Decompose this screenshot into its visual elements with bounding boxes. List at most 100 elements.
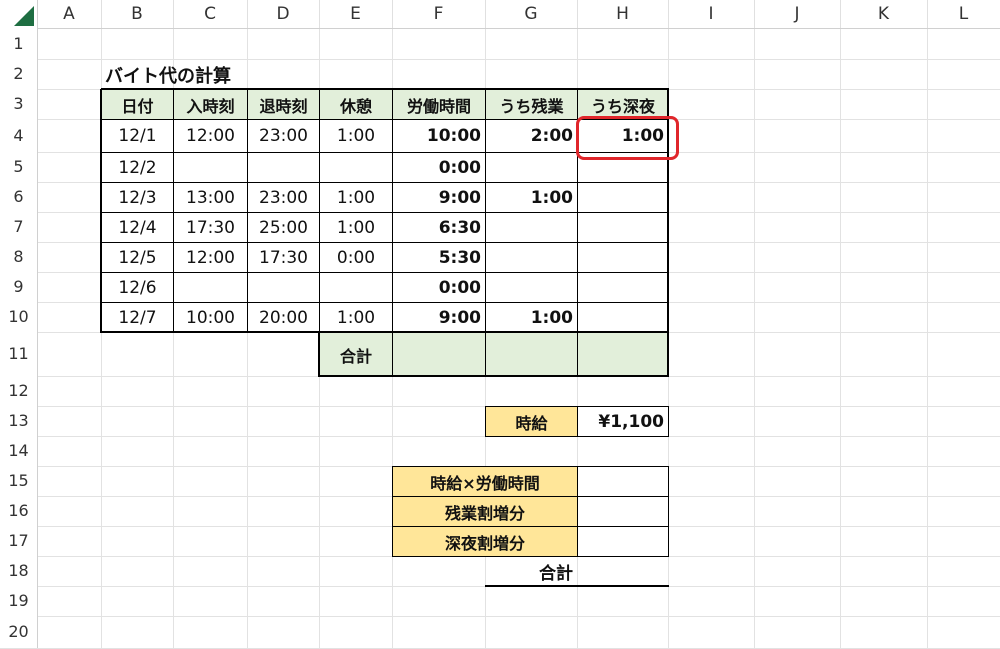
- table-cell[interactable]: [578, 243, 668, 272]
- table-cell[interactable]: 6:30: [393, 213, 485, 242]
- table-cell[interactable]: [174, 153, 247, 182]
- column-header-D[interactable]: D: [247, 0, 320, 28]
- row-header-11[interactable]: 11: [0, 332, 37, 376]
- table-cell[interactable]: 12:00: [174, 243, 247, 272]
- table-cell[interactable]: 1:00: [320, 213, 392, 242]
- table-cell[interactable]: 10:00: [174, 303, 247, 332]
- table-cell[interactable]: 12/3: [102, 183, 173, 212]
- row-header-16[interactable]: 16: [0, 496, 37, 526]
- table-cell[interactable]: 1:00: [320, 183, 392, 212]
- row-header-20[interactable]: 20: [0, 616, 37, 648]
- row-header-2[interactable]: 2: [0, 59, 37, 89]
- total-work-hours[interactable]: [393, 333, 485, 376]
- row-header-3[interactable]: 3: [0, 89, 37, 119]
- calc-label[interactable]: 深夜割増分: [393, 527, 577, 556]
- column-header-F[interactable]: F: [392, 0, 486, 28]
- row-header-18[interactable]: 18: [0, 556, 37, 586]
- table-cell[interactable]: 1:00: [486, 183, 577, 212]
- table-header[interactable]: うち深夜: [578, 90, 668, 119]
- total-label[interactable]: 合計: [320, 333, 392, 376]
- column-header-L[interactable]: L: [927, 0, 1000, 28]
- calc-value[interactable]: [578, 527, 668, 556]
- wage-label[interactable]: 時給: [486, 407, 577, 436]
- spreadsheet[interactable]: ABCDEFGHIJKL 1 2 3 4 5 6 7 8 9 10 11 12 13 14 15 16 17 18…: [0, 0, 1000, 649]
- column-header-B[interactable]: B: [101, 0, 174, 28]
- table-header[interactable]: 入時刻: [174, 90, 247, 119]
- table-cell[interactable]: [578, 273, 668, 302]
- row-header-14[interactable]: 14: [0, 436, 37, 466]
- row-header-15[interactable]: 15: [0, 466, 37, 496]
- calc-value[interactable]: [578, 497, 668, 526]
- table-cell[interactable]: 13:00: [174, 183, 247, 212]
- column-header-H[interactable]: H: [577, 0, 669, 28]
- select-all-corner-icon[interactable]: [14, 6, 34, 26]
- table-cell[interactable]: [248, 153, 319, 182]
- table-cell[interactable]: [578, 213, 668, 242]
- column-header-I[interactable]: I: [668, 0, 755, 28]
- row-header-19[interactable]: 19: [0, 586, 37, 616]
- table-cell[interactable]: 1:00: [320, 120, 392, 152]
- table-header[interactable]: 労働時間: [393, 90, 485, 119]
- table-cell[interactable]: 5:30: [393, 243, 485, 272]
- total-night[interactable]: [578, 333, 668, 376]
- table-header[interactable]: 休憩: [320, 90, 392, 119]
- table-cell[interactable]: [486, 213, 577, 242]
- table-cell[interactable]: 17:30: [248, 243, 319, 272]
- row-header-6[interactable]: 6: [0, 182, 37, 212]
- table-cell[interactable]: [578, 303, 668, 332]
- table-cell[interactable]: [486, 273, 577, 302]
- column-header-K[interactable]: K: [840, 0, 928, 28]
- calc-label[interactable]: 時給×労働時間: [393, 467, 577, 496]
- table-cell[interactable]: 25:00: [248, 213, 319, 242]
- table-header[interactable]: 退時刻: [248, 90, 319, 119]
- table-cell[interactable]: 12/7: [102, 303, 173, 332]
- table-cell[interactable]: 10:00: [393, 120, 485, 152]
- calc-value[interactable]: [578, 467, 668, 496]
- table-header[interactable]: 日付: [102, 90, 173, 119]
- row-header-12[interactable]: 12: [0, 376, 37, 406]
- table-cell[interactable]: [248, 273, 319, 302]
- row-header-1[interactable]: 1: [0, 28, 37, 59]
- wage-value[interactable]: ¥1,100: [578, 407, 668, 436]
- row-header-7[interactable]: 7: [0, 212, 37, 242]
- row-header-10[interactable]: 10: [0, 302, 37, 332]
- table-cell[interactable]: 9:00: [393, 183, 485, 212]
- table-cell[interactable]: [486, 243, 577, 272]
- table-cell[interactable]: 9:00: [393, 303, 485, 332]
- table-cell[interactable]: [320, 273, 392, 302]
- table-cell[interactable]: 12/2: [102, 153, 173, 182]
- table-cell[interactable]: [578, 183, 668, 212]
- column-header-G[interactable]: G: [485, 0, 578, 28]
- table-cell[interactable]: 1:00: [320, 303, 392, 332]
- table-cell[interactable]: 20:00: [248, 303, 319, 332]
- row-header-8[interactable]: 8: [0, 242, 37, 272]
- table-cell[interactable]: [486, 153, 577, 182]
- table-cell[interactable]: 23:00: [248, 183, 319, 212]
- row-header-13[interactable]: 13: [0, 406, 37, 436]
- table-cell[interactable]: 12/4: [102, 213, 173, 242]
- table-cell[interactable]: 12/1: [102, 120, 173, 152]
- total-overtime[interactable]: [486, 333, 577, 376]
- row-header-4[interactable]: 4: [0, 119, 37, 152]
- table-cell[interactable]: [320, 153, 392, 182]
- calc-label[interactable]: 残業割増分: [393, 497, 577, 526]
- table-cell[interactable]: 0:00: [393, 153, 485, 182]
- table-cell[interactable]: 17:30: [174, 213, 247, 242]
- column-header-E[interactable]: E: [319, 0, 393, 28]
- grand-total-label[interactable]: 合計: [486, 557, 577, 586]
- column-header-C[interactable]: C: [173, 0, 248, 28]
- row-header-5[interactable]: 5: [0, 152, 37, 182]
- table-cell[interactable]: 0:00: [393, 273, 485, 302]
- row-header-17[interactable]: 17: [0, 526, 37, 556]
- table-cell[interactable]: 12/5: [102, 243, 173, 272]
- table-cell[interactable]: [174, 273, 247, 302]
- table-header[interactable]: うち残業: [486, 90, 577, 119]
- row-header-9[interactable]: 9: [0, 272, 37, 302]
- column-header-J[interactable]: J: [754, 0, 841, 28]
- table-cell[interactable]: 23:00: [248, 120, 319, 152]
- sheet-title[interactable]: バイト代の計算: [102, 60, 319, 89]
- table-cell[interactable]: 12/6: [102, 273, 173, 302]
- table-cell[interactable]: 12:00: [174, 120, 247, 152]
- column-header-A[interactable]: A: [37, 0, 102, 28]
- table-cell[interactable]: 2:00: [486, 120, 577, 152]
